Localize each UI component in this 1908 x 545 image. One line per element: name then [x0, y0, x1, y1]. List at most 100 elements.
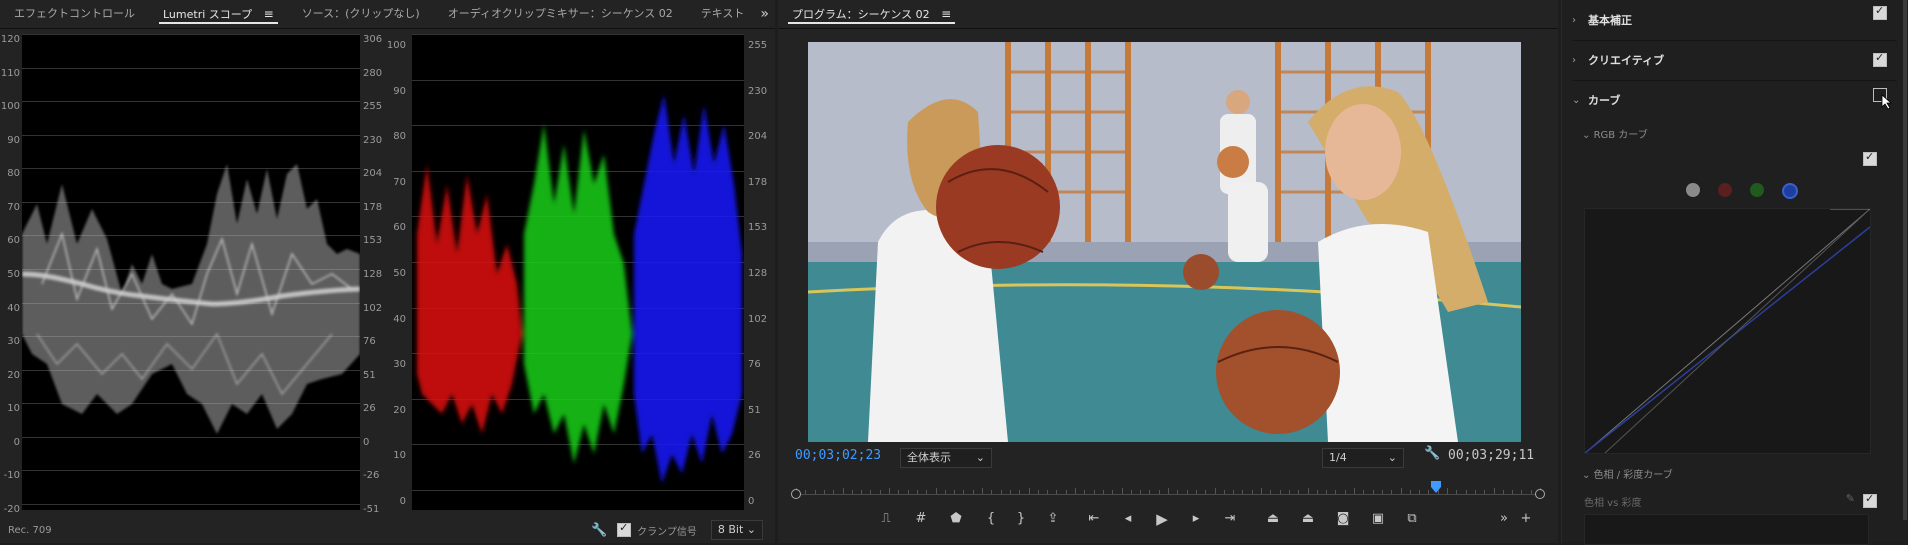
- ruler-tick: [1419, 490, 1421, 494]
- lift-icon[interactable]: ⏏: [1263, 509, 1283, 529]
- ruler-tick: [1121, 488, 1123, 494]
- hamburger-menu-icon[interactable]: ≡: [264, 7, 274, 21]
- tab-lumetri-scopes[interactable]: Lumetri スコープ ≡: [149, 0, 288, 28]
- parade-left-tick-label: 80: [393, 131, 406, 143]
- ruler-tick: [1056, 490, 1058, 494]
- tab-program[interactable]: プログラム：シーケンス 02 ≡: [778, 0, 965, 28]
- camera-icon[interactable]: ◙: [1333, 509, 1353, 529]
- ruler-tick: [963, 490, 965, 494]
- parade-right-tick-label: 128: [748, 268, 768, 279]
- export-icon[interactable]: ⇪: [1043, 509, 1063, 529]
- ruler-tick: [1512, 490, 1514, 494]
- parade-right-tick-label: 0: [748, 496, 755, 507]
- section-curves[interactable]: ⌄ カーブ: [1572, 80, 1897, 120]
- section-creative[interactable]: › クリエイティブ: [1572, 40, 1897, 81]
- tab-text[interactable]: テキスト: [687, 0, 759, 28]
- ruler-tick: [935, 488, 937, 494]
- rgb-curve-header[interactable]: ⌄ RGB カーブ: [1582, 126, 1648, 141]
- ruler-tick: [1474, 490, 1476, 494]
- compare-view-icon[interactable]: ▣: [1368, 509, 1388, 529]
- fit-dropdown[interactable]: 全体表示 ⌄: [900, 448, 992, 468]
- blue-channel-dot[interactable]: [1782, 183, 1798, 199]
- wrench-icon[interactable]: 🔧: [1424, 446, 1440, 461]
- creative-checkbox[interactable]: [1873, 51, 1887, 67]
- mark-out-icon[interactable]: }: [1011, 509, 1031, 529]
- ruler-tick: [1279, 490, 1281, 494]
- parade-left-tick-label: 20: [393, 404, 406, 416]
- ruler-tick: [1307, 488, 1309, 494]
- hamburger-menu-icon[interactable]: ≡: [941, 7, 951, 21]
- scopes-footer: Rec. 709 🔧 クランプ信号 8 Bit ⌄: [0, 517, 775, 543]
- waveform-right-tick-label: 0: [363, 436, 370, 448]
- tab-audio-clip-mixer[interactable]: オーディオクリップミキサー：シーケンス 02: [434, 0, 687, 28]
- ruler-tick: [1316, 490, 1318, 494]
- ruler-track: [796, 494, 1540, 495]
- ruler-tick: [1344, 490, 1346, 494]
- parade-left-tick-label: 60: [393, 222, 406, 234]
- parade-left-tick-label: 70: [393, 176, 406, 188]
- parade-left-tick-label: 0: [399, 496, 406, 507]
- in-point-handle[interactable]: [791, 489, 801, 499]
- program-monitor-panel: プログラム：シーケンス 02 ≡ 00;03;02;23 全体表示 ⌄ 1/4 …: [778, 0, 1558, 543]
- ruler-tick: [1363, 490, 1365, 494]
- tab-lumetri-scopes-label: Lumetri スコープ: [163, 8, 253, 21]
- playhead[interactable]: [1430, 478, 1441, 493]
- bit-depth-value: 8 Bit: [717, 523, 744, 536]
- waveform-left-tick-label: 90: [7, 134, 20, 146]
- eyedropper-icon[interactable]: ✎: [1846, 492, 1855, 505]
- double-chevron-right-icon[interactable]: »: [760, 0, 769, 28]
- ruler-tick: [1186, 490, 1188, 494]
- video-image: [808, 42, 1521, 442]
- white-channel-dot[interactable]: [1686, 183, 1700, 197]
- ruler-tick: [1047, 490, 1049, 494]
- tab-source[interactable]: ソース：(クリップなし): [288, 0, 434, 28]
- current-timecode[interactable]: 00;03;02;23: [795, 448, 881, 463]
- waveform-left-tick-label: 40: [7, 302, 20, 314]
- mark-in-out-icon[interactable]: ⎍: [876, 509, 896, 529]
- ruler-tick: [1158, 490, 1160, 494]
- waveform-left-tick-label: 50: [7, 269, 20, 280]
- add-button-icon[interactable]: +: [1516, 509, 1536, 529]
- hue-vs-sat-graph[interactable]: [1584, 514, 1869, 545]
- waveform-left-tick-label: -10: [3, 470, 20, 482]
- hue-vs-sat-checkbox[interactable]: [1863, 492, 1877, 508]
- hue-sat-curves-header[interactable]: ⌄ 色相 / 彩度カーブ: [1582, 466, 1673, 481]
- tab-effect-controls[interactable]: エフェクトコントロール: [0, 0, 149, 28]
- ruler-tick: [944, 490, 946, 494]
- waveform-left-tick-label: 70: [7, 201, 20, 213]
- rgb-curve-checkbox[interactable]: [1863, 150, 1877, 166]
- safe-margins-icon[interactable]: #: [911, 509, 931, 529]
- wrench-icon[interactable]: 🔧: [591, 523, 607, 538]
- section-label: カーブ: [1588, 94, 1621, 107]
- panel-scrollbar[interactable]: [1903, 0, 1907, 520]
- waveform-left-tick-label: 120: [0, 34, 20, 45]
- ruler-tick: [954, 490, 956, 494]
- chevron-down-icon: ⌄: [1387, 451, 1397, 464]
- rgb-curve-graph[interactable]: [1584, 208, 1871, 454]
- go-to-out-icon[interactable]: ⇥: [1220, 509, 1240, 529]
- step-back-icon[interactable]: ◂: [1118, 509, 1138, 529]
- clamp-signal-checkbox[interactable]: [617, 521, 632, 537]
- mouse-cursor-icon: [1881, 94, 1893, 110]
- resolution-dropdown[interactable]: 1/4 ⌄: [1322, 448, 1404, 468]
- lumetri-scopes-panel: エフェクトコントロール Lumetri スコープ ≡ ソース：(クリップなし) …: [0, 0, 775, 543]
- program-video-frame[interactable]: [808, 42, 1521, 442]
- ruler-tick: [1493, 488, 1495, 494]
- section-basic-correction[interactable]: › 基本補正: [1572, 0, 1897, 41]
- mark-in-icon[interactable]: {: [981, 509, 1001, 529]
- green-channel-dot[interactable]: [1750, 183, 1764, 197]
- go-to-in-icon[interactable]: ⇤: [1084, 509, 1104, 529]
- toggle-proxies-icon[interactable]: ⧉: [1402, 509, 1422, 529]
- timeline-ruler[interactable]: [791, 478, 1545, 499]
- play-icon[interactable]: ▶: [1152, 509, 1172, 529]
- extract-icon[interactable]: ⏏: [1298, 509, 1318, 529]
- clamp-signal-label: クランプ信号: [637, 526, 697, 538]
- parade-right-tick-label: 76: [748, 359, 761, 371]
- out-point-handle[interactable]: [1535, 489, 1545, 499]
- bit-depth-dropdown[interactable]: 8 Bit ⌄: [710, 520, 763, 540]
- more-controls-icon[interactable]: »: [1494, 509, 1514, 529]
- step-forward-icon[interactable]: ▸: [1186, 509, 1206, 529]
- add-marker-icon[interactable]: ⬟: [946, 509, 966, 529]
- red-channel-dot[interactable]: [1718, 183, 1732, 197]
- basic-correction-checkbox[interactable]: [1873, 4, 1887, 20]
